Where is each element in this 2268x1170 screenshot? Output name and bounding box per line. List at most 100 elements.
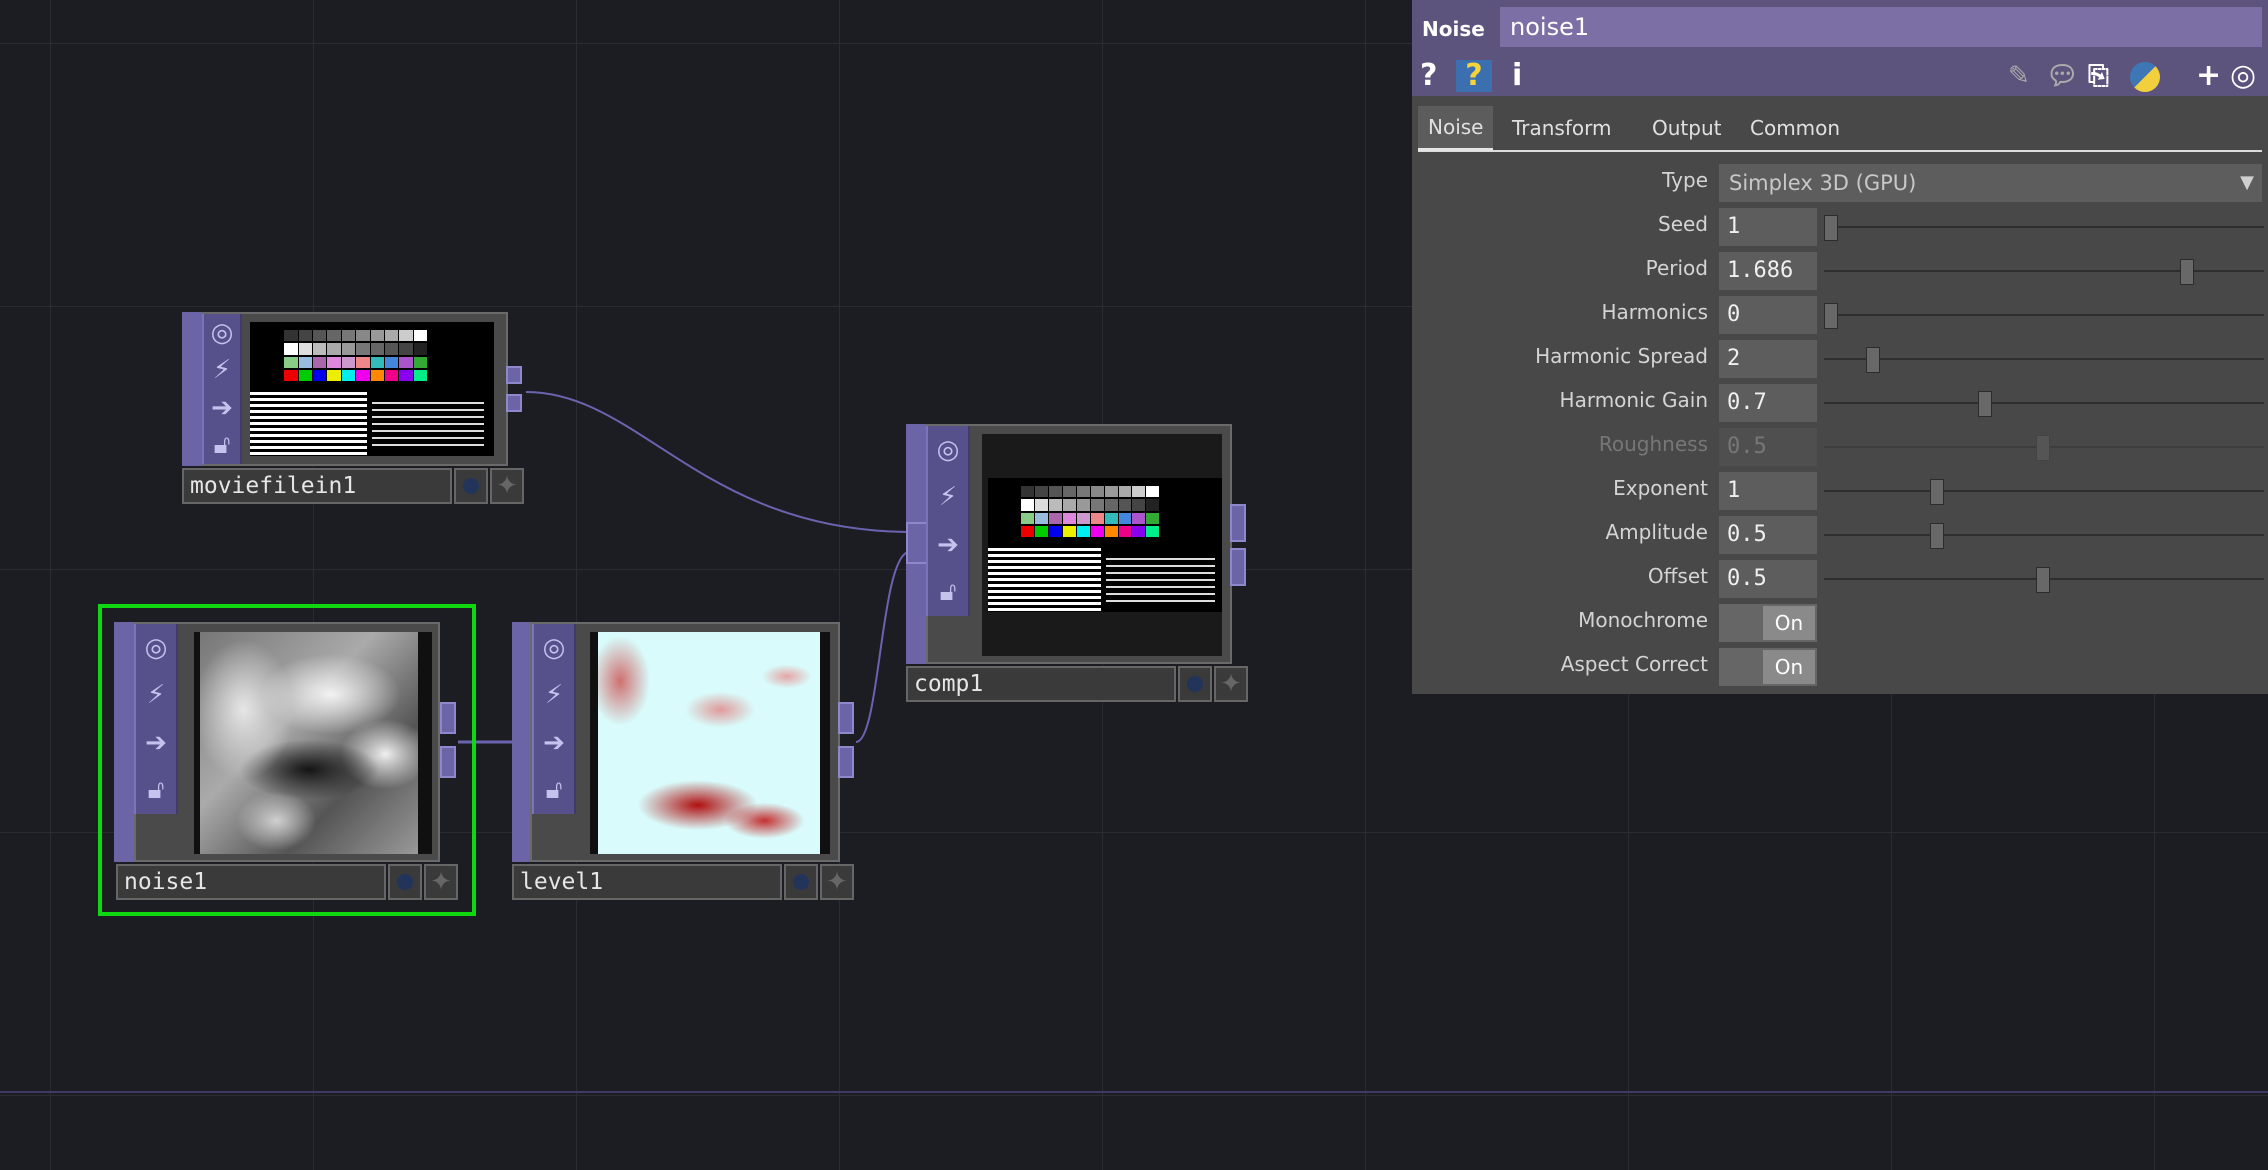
bypass-icon[interactable]: ⚡ [138,682,174,708]
type-dropdown[interactable]: Simplex 3D (GPU) ▼ [1719,164,2262,202]
node-name[interactable]: moviefilein1 [182,468,452,504]
info-icon[interactable]: i [1512,56,1522,96]
seed-slider[interactable] [1824,226,2264,228]
monochrome-toggle[interactable]: On [1719,604,1817,642]
node-name[interactable]: comp1 [906,666,1176,702]
chart-swatch [1076,486,1090,498]
chart-swatch [284,370,298,382]
amplitude-slider-thumb[interactable] [1930,523,1944,549]
add-icon[interactable]: + [2196,56,2221,96]
input-connector[interactable] [906,522,928,564]
tab-transform[interactable]: Transform [1512,116,1611,140]
output-connector[interactable] [838,746,854,778]
lock-icon[interactable]: 🔓︎ [138,777,174,803]
display-arrow-icon[interactable]: ➔ [138,730,174,756]
lock-icon[interactable]: 🔓︎ [204,432,240,458]
cook-flag[interactable]: ✦ [1214,666,1248,702]
input-rail [512,622,532,862]
exponent-field[interactable]: 1 [1719,472,1817,510]
toggle-state: On [1763,650,1815,684]
offset-slider-thumb[interactable] [2036,567,2050,593]
cook-flag[interactable]: ✦ [424,864,458,900]
display-arrow-icon[interactable]: ➔ [930,532,966,558]
chart-swatch [370,343,384,355]
clipboard-icon[interactable]: ⎘ [2088,56,2109,96]
cook-flag[interactable]: ✦ [490,468,524,504]
viewer-flag[interactable] [454,468,488,504]
output-connector[interactable] [1230,504,1246,542]
harmonics-slider-thumb[interactable] [1824,303,1838,329]
display-arrow-icon[interactable]: ➔ [204,395,240,421]
output-connector[interactable] [506,394,522,412]
node-level1[interactable]: ◎ ⚡ ➔ 🔓︎ level1 ✦ [512,622,858,900]
output-connector[interactable] [440,702,456,734]
harmonic-gain-slider[interactable] [1824,402,2264,404]
output-connector[interactable] [440,746,456,778]
amplitude-field[interactable]: 0.5 [1719,516,1817,554]
target-icon[interactable]: ◎ [2230,56,2256,96]
cook-flag[interactable]: ✦ [820,864,854,900]
node-name[interactable]: noise1 [116,864,386,900]
output-connector[interactable] [506,366,522,384]
operator-name-field[interactable]: noise1 [1500,7,2262,47]
chevron-down-icon: ▼ [2240,172,2254,193]
exponent-slider-thumb[interactable] [1930,479,1944,505]
output-connector[interactable] [838,702,854,734]
lock-icon[interactable]: 🔓︎ [930,579,966,605]
exponent-slider[interactable] [1824,490,2264,492]
display-arrow-icon[interactable]: ➔ [536,730,572,756]
viewer-flag[interactable] [1178,666,1212,702]
viewer-icon[interactable]: ◎ [930,437,966,463]
python-help-icon[interactable]: ? [1456,60,1492,92]
amplitude-slider[interactable] [1824,534,2264,536]
python-icon[interactable] [2130,62,2160,92]
viewer-icon[interactable]: ◎ [204,320,240,346]
viewer-flag-icon [463,478,479,494]
param-amplitude: Amplitude 0.5 [1412,514,2268,554]
viewer-icon[interactable]: ◎ [536,635,572,661]
viewer-flag[interactable] [784,864,818,900]
help-icon[interactable]: ? [1420,56,1437,96]
bypass-icon[interactable]: ⚡ [204,357,240,383]
viewer-flag[interactable] [388,864,422,900]
moviefilein-viewer[interactable] [250,322,494,456]
tab-common[interactable]: Common [1750,116,1840,140]
chart-swatch [1048,525,1062,538]
node-noise1[interactable]: ◎ ⚡ ➔ 🔓︎ noise1 ✦ [114,622,460,900]
harmonic-gain-field[interactable]: 0.7 [1719,384,1817,422]
tab-noise[interactable]: Noise [1418,106,1494,151]
viewer-icon[interactable]: ◎ [138,635,174,661]
harmonics-slider[interactable] [1824,314,2264,316]
period-slider[interactable] [1824,270,2264,272]
level-viewer[interactable] [590,632,830,854]
harmonic-spread-slider[interactable] [1824,358,2264,360]
seed-slider-thumb[interactable] [1824,215,1838,241]
harmonics-field[interactable]: 0 [1719,296,1817,334]
offset-field[interactable]: 0.5 [1719,560,1817,598]
seed-field[interactable]: 1 [1719,208,1817,246]
tab-output[interactable]: Output [1652,116,1721,140]
chart-swatch [1062,512,1076,524]
harmonic-spread-slider-thumb[interactable] [1866,347,1880,373]
param-label: Harmonic Gain [1559,388,1708,412]
noise-viewer[interactable] [194,632,432,854]
comment-icon[interactable]: 💬︎ [2046,56,2079,96]
node-moviefilein1[interactable]: ◎ ⚡ ➔ 🔓︎ moviefilein1 ✦ [182,312,526,504]
aspect-correct-toggle[interactable]: On [1719,648,1817,686]
node-buttons: ◎ ⚡ ➔ 🔓︎ [202,314,242,464]
harmonic-spread-field[interactable]: 2 [1719,340,1817,378]
comp-viewer[interactable] [982,434,1222,656]
node-name[interactable]: level1 [512,864,782,900]
edit-icon[interactable]: ✎ [2008,56,2030,96]
period-field[interactable]: 1.686 [1719,252,1817,290]
harmonic-gain-slider-thumb[interactable] [1978,391,1992,417]
lock-icon[interactable]: 🔓︎ [536,777,572,803]
bypass-icon[interactable]: ⚡ [536,682,572,708]
bypass-icon[interactable]: ⚡ [930,484,966,510]
chart-swatch [1132,499,1146,511]
output-connector[interactable] [1230,548,1246,586]
node-comp1[interactable]: ◎ ⚡ ➔ 🔓︎ comp1 ✦ [906,424,1250,702]
chart-swatch [312,370,327,382]
period-slider-thumb[interactable] [2180,259,2194,285]
param-roughness: Roughness 0.5 [1412,426,2268,466]
